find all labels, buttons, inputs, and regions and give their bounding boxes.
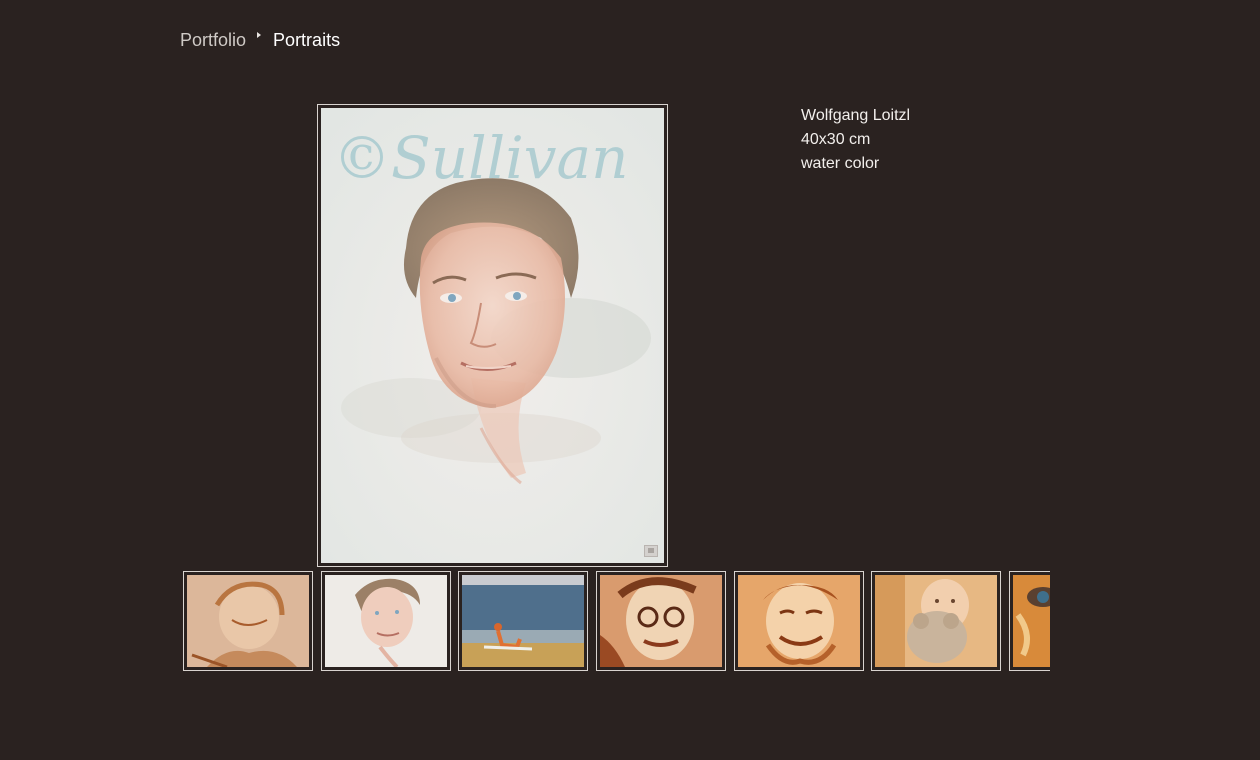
main-image-frame: ©Sullivan <box>317 104 668 567</box>
thumbnail-image <box>462 575 584 667</box>
thumbnail-7[interactable] <box>1009 571 1050 671</box>
thumbnail-2[interactable] <box>321 571 451 671</box>
artwork-size: 40x30 cm <box>801 131 871 148</box>
breadcrumb-current: Portraits <box>273 29 341 50</box>
artwork-title: Wolfgang Loitzl <box>801 107 911 124</box>
portfolio-page: Portfolio Portraits ©Sullivan Wolfgang L… <box>0 0 1260 760</box>
thumbnail-4[interactable] <box>596 571 726 671</box>
thumbnail-image <box>600 575 722 667</box>
portrait-painting: ©Sullivan <box>321 108 664 563</box>
thumbnail-5[interactable] <box>734 571 864 671</box>
thumbnail-image <box>738 575 860 667</box>
expand-icon[interactable] <box>644 545 658 557</box>
thumbnail-3[interactable] <box>458 571 588 671</box>
breadcrumb: Portfolio Portraits <box>180 28 340 52</box>
watermark-text: ©Sullivan <box>333 124 628 192</box>
thumbnail-6[interactable] <box>871 571 1001 671</box>
artwork-medium: water color <box>801 155 880 172</box>
breadcrumb-separator-icon <box>257 32 262 38</box>
thumbnail-image <box>325 575 447 667</box>
thumbnail-strip[interactable] <box>183 570 1050 671</box>
main-artwork-image[interactable]: ©Sullivan <box>321 108 664 563</box>
thumbnail-image <box>875 575 997 667</box>
artwork-info: Wolfgang Loitzl 40x30 cm water color <box>801 104 910 176</box>
thumbnail-1[interactable] <box>183 571 313 671</box>
thumbnail-image <box>187 575 309 667</box>
thumbnail-image <box>1013 575 1050 667</box>
breadcrumb-portfolio-link[interactable]: Portfolio <box>180 30 246 51</box>
